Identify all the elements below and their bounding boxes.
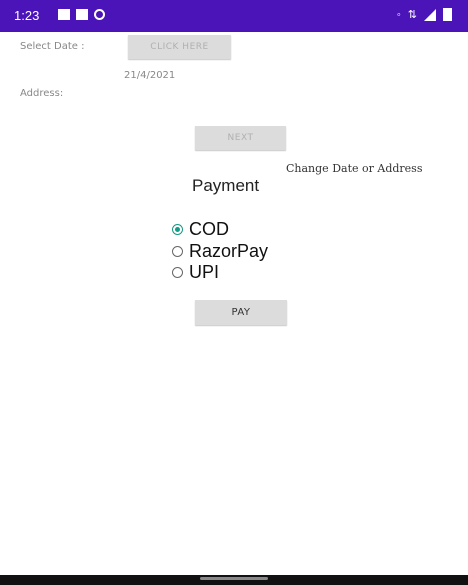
change-date-address-link[interactable]: Change Date or Address (286, 162, 422, 175)
radio-label-cod: COD (189, 219, 229, 239)
radio-button[interactable] (172, 246, 183, 257)
radio-label-upi: UPI (189, 262, 220, 282)
click-here-button[interactable]: CLICK HERE (128, 35, 231, 59)
radio-label-razorpay: RazorPay (189, 241, 269, 261)
battery-icon (443, 8, 452, 21)
radio-option-cod[interactable]: COD (172, 219, 229, 240)
home-gesture-handle[interactable] (200, 577, 268, 580)
signal-icon (424, 8, 436, 21)
status-bar: 1:23 ◦ ⇅ (0, 0, 468, 32)
data-icon: ⇅ (407, 9, 417, 21)
radio-option-upi[interactable]: UPI (172, 262, 219, 283)
circle-icon (94, 9, 105, 20)
status-time: 1:23 (14, 8, 40, 23)
status-left-icons (58, 9, 105, 20)
pay-button[interactable]: PAY (195, 300, 287, 325)
select-date-label: Select Date : (20, 41, 85, 52)
status-right-icons: ◦ ⇅ (397, 8, 452, 21)
radio-button[interactable] (172, 267, 183, 278)
wifi-icon: ◦ (396, 8, 401, 21)
radio-option-razorpay[interactable]: RazorPay (172, 241, 268, 262)
app-icon (76, 9, 88, 20)
selected-date-value: 21/4/2021 (124, 70, 176, 81)
radio-button-checked[interactable] (172, 224, 183, 235)
next-button[interactable]: NEXT (195, 126, 286, 150)
notification-icon (58, 9, 70, 20)
navigation-bar (0, 575, 468, 585)
address-label: Address: (20, 88, 64, 99)
payment-title: Payment (192, 176, 260, 195)
